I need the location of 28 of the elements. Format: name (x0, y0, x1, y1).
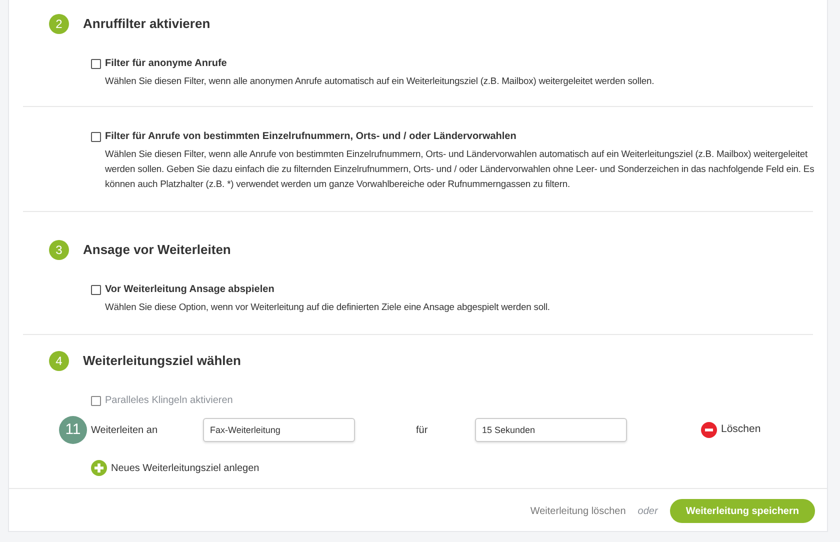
field-label: für (416, 424, 429, 438)
option-description: Wählen Sie diesen Filter, wenn alle anonymen Anrufe automatisch auf ein Weiterleitungsziel (z.B. Mailbox) weitergeleitet werden sollen. (104, 74, 656, 88)
option-label: Filter für Anrufe von bestimmten Einzelrufnummern, Orts- und / oder Ländervorwahlen (105, 130, 516, 144)
add-icon (91, 460, 107, 476)
option-label: Vor Weiterleitung Ansage abspielen (105, 283, 274, 297)
delete-link[interactable]: Löschen (701, 422, 761, 438)
checkbox[interactable] (91, 284, 101, 294)
checkbox-label: Paralleles Klingeln aktivieren (105, 394, 233, 408)
step-number: 2 (49, 14, 69, 34)
option-label: Filter für anonyme Anrufe (105, 57, 227, 71)
checkbox[interactable] (91, 58, 101, 68)
option-description: Wählen Sie diesen Filter, wenn alle Anrufe von bestimmten Einzelrufnummern, Orts- und Ländervorwahlen automatisch auf ein Weiterleitungsziel (z.B. Mailbox) weitergeleitet werden sollen. Geben Sie dazu einfach die zu filternden Einzelrufnummern, Orts- und / oder Ländervorwahlen ohne Leer- und Sonderzeichen in das nachfolgende Feld ein. Es können auch Platzhalter (z.B. *) verwendet werden um ganze Vorwahlbereiche oder Rufnummerngassen zu filtern. (104, 147, 815, 191)
field-label: Weiterleiten an (91, 424, 159, 438)
checkbox[interactable] (91, 132, 101, 142)
add-target-link[interactable]: Neues Weiterleitungsziel anlegen (91, 460, 260, 476)
count-badge: 11 (59, 416, 87, 444)
section-title: Ansage vor Weiterleiten (83, 241, 231, 260)
step-number: 3 (49, 240, 69, 260)
target-field[interactable]: Fax-Weiterleitung (203, 418, 355, 442)
section-title: Anruffilter aktivieren (83, 15, 210, 34)
option-description: Wählen Sie diese Option, wenn vor Weiterleitung auf die definierten Ziele eine Ansage abgespielt werden soll. (104, 300, 551, 314)
remove-icon (701, 422, 717, 438)
checkbox[interactable] (91, 396, 101, 406)
separator-text: oder (638, 504, 658, 518)
section-title: Weiterleitungsziel wählen (83, 352, 241, 370)
duration-field[interactable]: 15 Sekunden (475, 418, 627, 442)
delete-forwarding-link[interactable]: Weiterleitung löschen (530, 504, 626, 518)
step-number: 4 (49, 351, 69, 371)
